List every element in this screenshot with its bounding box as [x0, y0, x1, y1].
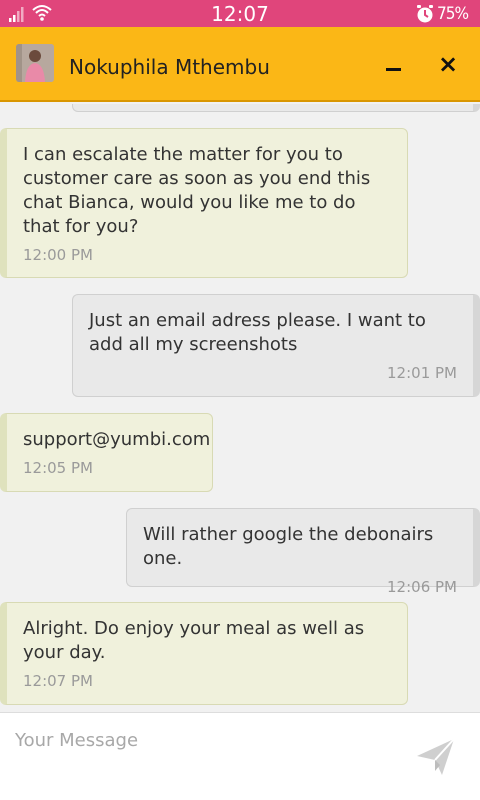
- message-input[interactable]: [15, 723, 395, 757]
- message-time: 12:06 PM: [387, 578, 457, 596]
- message-list[interactable]: I can escalate the matter for you to cus…: [0, 104, 480, 712]
- minimize-icon[interactable]: [380, 53, 410, 83]
- send-icon[interactable]: [414, 735, 458, 779]
- battery-level: 75%: [437, 4, 469, 24]
- avatar: [16, 44, 54, 82]
- message-agent: I can escalate the matter for you to cus…: [0, 128, 408, 278]
- agent-name: Nokuphila Mthembu: [69, 55, 270, 79]
- message-text: support@yumbi.com: [23, 429, 211, 450]
- message-agent: Alright. Do enjoy your meal as well as y…: [0, 602, 408, 705]
- clock: 12:07: [211, 2, 269, 26]
- message-text: Just an email adress please. I want to a…: [89, 310, 426, 355]
- message-time: 12:05 PM: [23, 459, 93, 477]
- message-time: 12:01 PM: [387, 364, 457, 382]
- close-icon[interactable]: ×: [433, 49, 463, 79]
- chat-header: Nokuphila Mthembu ×: [0, 27, 480, 102]
- message-text: Will rather google the debonairs one.: [143, 524, 434, 569]
- message-time: 12:00 PM: [23, 246, 93, 264]
- message-text: Alright. Do enjoy your meal as well as y…: [23, 618, 365, 663]
- previous-message: [72, 104, 480, 112]
- message-composer: [0, 712, 480, 800]
- message-text: I can escalate the matter for you to cus…: [23, 144, 371, 237]
- status-bar: 12:07 75%: [0, 0, 480, 27]
- message-agent: support@yumbi.com 12:05 PM: [0, 413, 213, 492]
- message-user: Will rather google the debonairs one. 12…: [126, 508, 480, 596]
- message-user: Just an email adress please. I want to a…: [72, 294, 480, 397]
- message-time: 12:07 PM: [23, 672, 93, 690]
- alarm-icon: [417, 5, 433, 23]
